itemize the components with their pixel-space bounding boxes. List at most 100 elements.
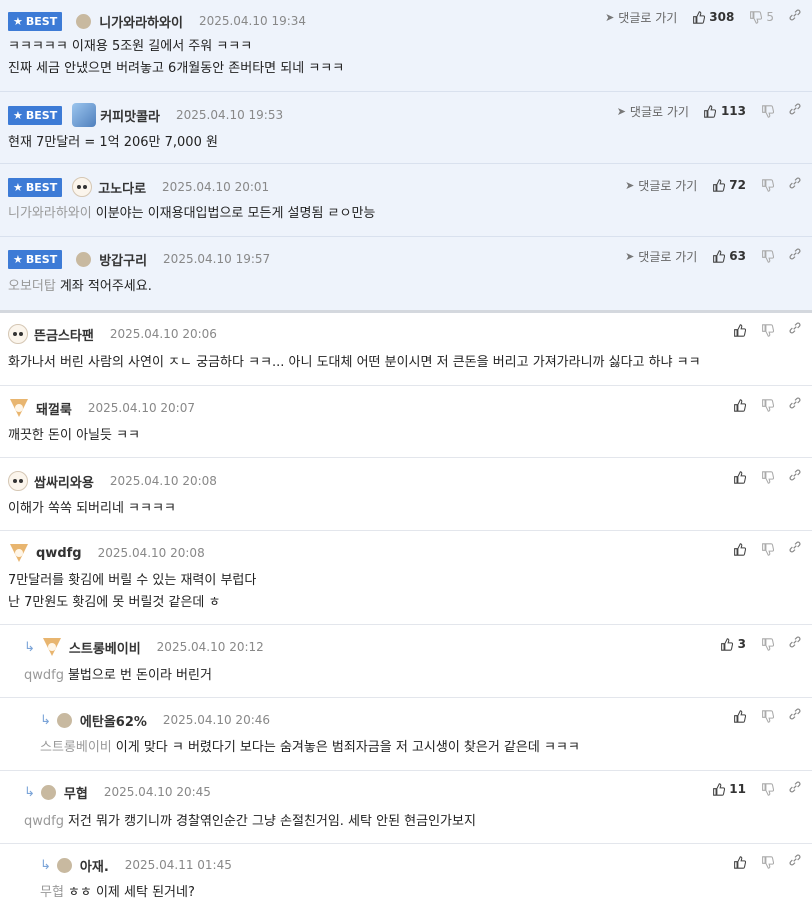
share-link-button[interactable] [788,540,802,558]
nickname[interactable]: 무협 [64,783,88,802]
thumbs-up-icon [732,323,746,337]
goto-comment-link[interactable]: ➤ 댓글로 가기 [625,248,697,265]
thumbs-down-icon [760,782,774,796]
goto-comment-link[interactable]: ➤ 댓글로 가기 [625,177,697,194]
nickname[interactable]: 니가와라하와이 [99,12,183,31]
upvote-button[interactable] [732,709,746,723]
thumbs-up-icon [711,782,725,796]
upvote-button[interactable] [732,398,746,412]
upvote-button[interactable]: 308 [691,10,734,24]
star-icon: ★ [13,14,23,28]
reply-arrow-icon: ↳ [24,784,35,800]
nickname[interactable]: 스트롱베이비 [69,638,141,657]
link-icon [788,853,802,867]
downvote-button[interactable] [760,398,774,412]
share-link-button[interactable] [788,8,802,26]
mention-nickname[interactable]: qwdfg [24,668,64,683]
downvote-button[interactable] [760,855,774,869]
comment-body: 7만달러를 홧김에 버릴 수 있는 재력이 부럽다 난 7만원도 홧김에 못 버… [8,573,257,610]
mention-nickname[interactable]: 스트롱베이비 [40,740,112,755]
avatar[interactable] [76,13,92,29]
downvote-button[interactable] [760,323,774,337]
comment-date: 2025.04.10 20:45 [103,785,211,799]
comment-item: 쌉싸리와용 2025.04.10 20:08 이해가 쏙쏙 되버리네 ㅋㅋㅋㅋ [0,458,812,531]
share-link-button[interactable] [788,780,802,798]
downvote-button[interactable] [760,782,774,796]
nickname[interactable]: 돼껄룩 [36,399,72,418]
nickname[interactable]: 커피맛콜라 [100,106,160,125]
avatar[interactable] [41,636,63,658]
link-icon [788,468,802,482]
comment-date: 2025.04.10 19:57 [163,252,271,266]
avatar[interactable] [56,857,72,873]
thumbs-down-icon [760,470,774,484]
upvote-count: 63 [729,249,746,263]
upvote-button[interactable] [732,855,746,869]
upvote-button[interactable] [732,323,746,337]
share-link-button[interactable] [788,321,802,339]
avatar[interactable] [72,103,97,127]
share-link-button[interactable] [788,468,802,486]
upvote-button[interactable]: 113 [703,104,746,118]
downvote-button[interactable] [760,470,774,484]
mention-nickname[interactable]: 오보더탑 [8,279,56,294]
avatar[interactable] [8,397,30,419]
downvote-button[interactable] [760,542,774,556]
avatar[interactable] [40,784,56,800]
nickname[interactable]: 에탄올62% [80,711,147,730]
avatar[interactable] [8,324,28,344]
downvote-button[interactable] [760,709,774,723]
goto-comment-link[interactable]: ➤ 댓글로 가기 [617,103,689,120]
nickname[interactable]: 방갑구리 [99,250,147,269]
share-link-button[interactable] [788,853,802,871]
mention-nickname[interactable]: 니가와라하와이 [8,206,92,221]
comment-item: qwdfg 2025.04.10 20:08 7만달러를 홧김에 버릴 수 있는… [0,531,812,625]
best-badge: ★ BEST [8,249,63,269]
downvote-button[interactable]: 5 [748,10,774,24]
upvote-button[interactable] [732,542,746,556]
avatar[interactable] [76,251,92,267]
comment-item: ★ BEST 커피맛콜라 2025.04.10 19:53 ➤ 댓글로 가기 113… [0,92,812,164]
comment-date: 2025.04.10 20:01 [162,180,270,194]
share-link-button[interactable] [788,707,802,725]
link-icon [788,707,802,721]
upvote-button[interactable]: 63 [711,249,746,263]
comment-date: 2025.04.10 20:07 [87,401,195,415]
goto-comment-link[interactable]: ➤ 댓글로 가기 [605,9,677,26]
thumbs-down-icon [760,104,774,118]
avatar[interactable] [8,542,30,564]
comment-date: 2025.04.10 20:46 [162,713,271,727]
share-link-button[interactable] [788,176,802,194]
downvote-button[interactable] [760,637,774,651]
upvote-button[interactable]: 11 [711,782,746,796]
share-link-button[interactable] [788,247,802,265]
share-link-button[interactable] [788,396,802,414]
comment-date: 2025.04.10 20:06 [109,327,217,341]
downvote-button[interactable] [760,104,774,118]
thumbs-up-icon [703,104,717,118]
reply-arrow-icon: ↳ [24,639,35,655]
mention-nickname[interactable]: 무협 [40,885,64,900]
nickname[interactable]: 고노다로 [98,178,146,197]
mention-nickname[interactable]: qwdfg [24,814,64,829]
nickname[interactable]: qwdfg [36,546,82,561]
upvote-button[interactable]: 72 [711,178,746,192]
thumbs-down-icon [760,249,774,263]
star-icon: ★ [13,252,23,266]
upvote-button[interactable]: 3 [720,637,746,651]
avatar[interactable] [8,471,28,491]
nickname[interactable]: 뜬금스타팬 [34,325,94,344]
thumbs-up-icon [732,398,746,412]
avatar[interactable] [56,712,72,728]
comment-date: 2025.04.10 20:08 [97,546,205,560]
upvote-button[interactable] [732,470,746,484]
share-link-button[interactable] [788,102,802,120]
avatar[interactable] [72,177,93,197]
nickname[interactable]: 쌉싸리와용 [34,472,94,491]
downvote-button[interactable] [760,178,774,192]
comment-body: 무협 ㅎㅎ 이제 세탁 된거네? [40,885,195,900]
downvote-button[interactable] [760,249,774,263]
nickname[interactable]: 아재. [80,856,109,875]
share-link-button[interactable] [788,635,802,653]
reply-item: ↳ 아재. 2025.04.11 01:45 무협 ㅎㅎ 이제 세탁 된거네? [0,844,812,916]
